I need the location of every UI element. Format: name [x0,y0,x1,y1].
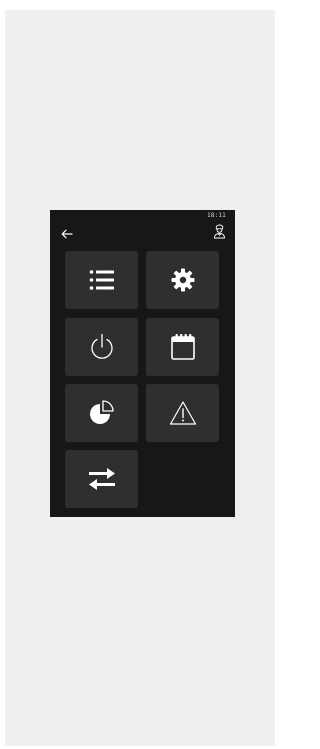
menu-tile-transfer[interactable] [65,450,138,508]
status-time: 18:11 [206,212,226,219]
device-screen: 18:11 [50,210,235,517]
menu-tile-alarms[interactable] [146,384,219,442]
calendar-icon [170,333,196,361]
gear-icon [171,268,195,292]
back-button[interactable] [60,226,74,240]
menu-tile-statistics[interactable] [65,384,138,442]
list-icon [89,269,115,291]
chef-user-icon [213,224,226,243]
transfer-arrows-icon [88,467,116,491]
user-button[interactable] [212,224,226,243]
power-icon [89,333,115,361]
menu-tile-power[interactable] [65,318,138,376]
menu-tile-calendar[interactable] [146,318,219,376]
menu-tile-settings[interactable] [146,251,219,309]
warning-icon [169,400,197,426]
arrow-left-icon [61,224,73,243]
menu-tile-list[interactable] [65,251,138,309]
pie-chart-icon [89,400,115,426]
